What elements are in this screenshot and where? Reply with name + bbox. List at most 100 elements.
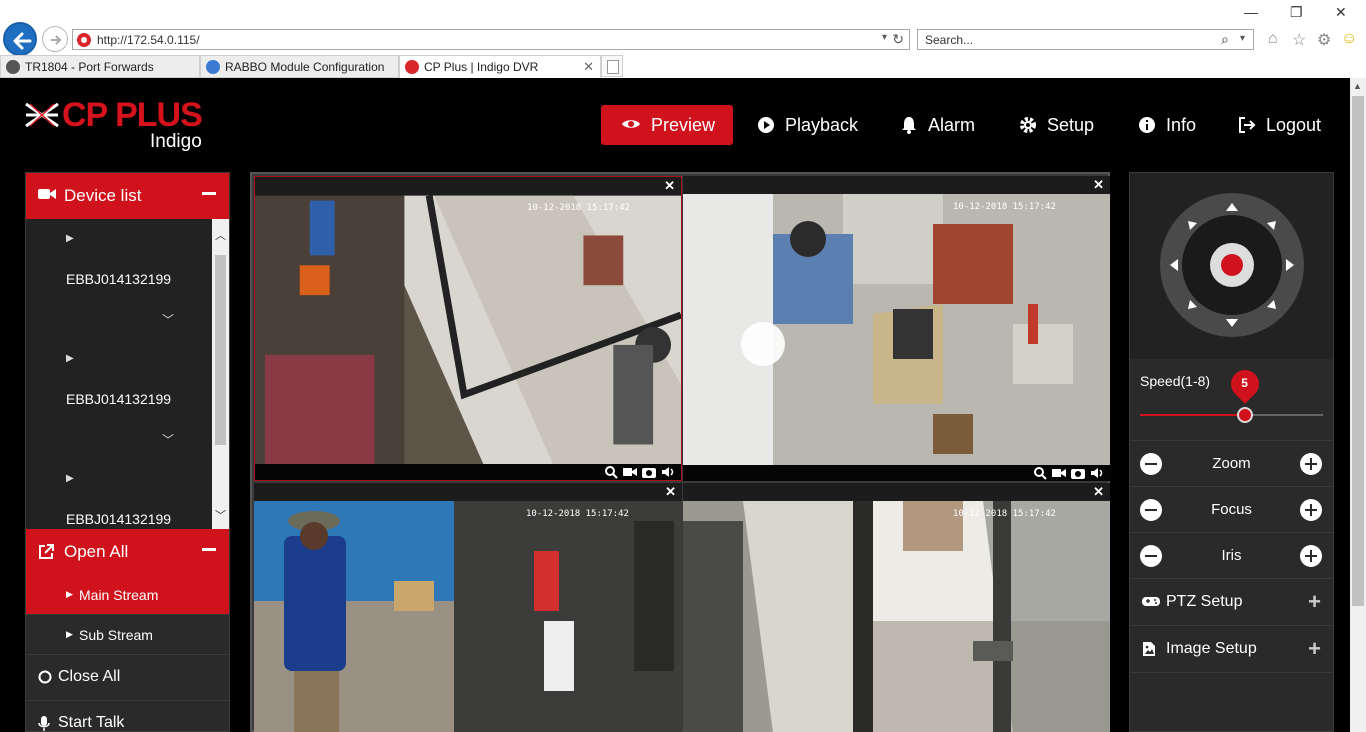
- nav-info[interactable]: Info: [1138, 105, 1196, 145]
- nav-setup[interactable]: Setup: [1019, 105, 1094, 145]
- sub-stream-option[interactable]: ▶ Sub Stream: [26, 615, 229, 655]
- snapshot-icon[interactable]: [1071, 466, 1085, 480]
- ptz-right-icon: [1286, 259, 1294, 271]
- scroll-up-icon[interactable]: ▲: [1353, 81, 1362, 91]
- camera-timestamp: 10-12-2018 15:17:42: [953, 202, 1056, 212]
- image-setup-section[interactable]: Image Setup +: [1130, 626, 1333, 673]
- record-icon[interactable]: [623, 465, 637, 479]
- speed-slider-handle[interactable]: [1236, 407, 1253, 423]
- browser-search-input[interactable]: Search... ⌕ ▾: [917, 29, 1254, 50]
- ptz-setup-section[interactable]: PTZ Setup +: [1130, 579, 1333, 626]
- restore-icon[interactable]: ❐: [1290, 4, 1303, 21]
- search-icon[interactable]: ⌕: [1221, 31, 1229, 48]
- open-all-button[interactable]: Open All: [26, 529, 229, 575]
- tab-close-icon[interactable]: ✕: [583, 59, 594, 75]
- address-bar[interactable]: http://172.54.0.115/ ▾ ↻: [72, 29, 910, 50]
- address-dropdown-icon[interactable]: ▾: [882, 32, 887, 43]
- device-channels-toggle[interactable]: ﹀: [26, 419, 212, 459]
- page-scrollbar[interactable]: ▲: [1350, 78, 1366, 732]
- audio-icon[interactable]: [661, 465, 675, 479]
- refresh-icon[interactable]: ↻: [892, 31, 904, 48]
- iris-minus-button[interactable]: [1140, 545, 1162, 567]
- caret-right-icon[interactable]: ▶: [66, 473, 74, 484]
- image-file-icon: [1143, 642, 1155, 656]
- zoom-plus-button[interactable]: [1300, 453, 1322, 475]
- main-stream-label: Main Stream: [79, 587, 159, 603]
- nav-playback[interactable]: Playback: [757, 105, 858, 145]
- new-tab-button[interactable]: [601, 55, 623, 77]
- camera-feed-image: [683, 194, 1110, 465]
- device-id: EBBJ014132199: [66, 511, 172, 527]
- collapse-minus-icon[interactable]: [202, 192, 216, 195]
- close-icon[interactable]: ✕: [665, 484, 676, 500]
- close-all-button[interactable]: Close All: [26, 655, 229, 701]
- collapse-minus-icon[interactable]: [202, 548, 216, 551]
- video-grid: ✕ 10-12-2018 15:17:42 ✕ 10-12-2018 15:17…: [250, 172, 1110, 732]
- device-item[interactable]: EBBJ014132199: [26, 379, 212, 419]
- favorites-star-icon[interactable]: ☆: [1292, 30, 1306, 50]
- tab-label: TR1804 - Port Forwards: [25, 60, 154, 74]
- home-icon[interactable]: ⌂: [1268, 30, 1278, 48]
- settings-gear-icon[interactable]: ⚙: [1317, 30, 1331, 50]
- start-talk-button[interactable]: Start Talk: [26, 701, 229, 731]
- minimize-icon[interactable]: —: [1244, 4, 1258, 20]
- iris-plus-button[interactable]: [1300, 545, 1322, 567]
- zoom-icon[interactable]: [1033, 466, 1047, 480]
- speed-control: Speed(1-8) 5: [1130, 359, 1333, 441]
- scroll-down-icon[interactable]: ﹀: [215, 507, 226, 523]
- zoom-icon[interactable]: [604, 465, 618, 479]
- camera-tile-2[interactable]: ✕ 10-12-2018 15:17:42: [683, 176, 1110, 481]
- back-button[interactable]: [3, 22, 37, 56]
- tab-rabbo-config[interactable]: RABBO Module Configuration: [200, 55, 399, 78]
- smiley-feedback-icon[interactable]: ☺: [1341, 30, 1357, 48]
- close-icon[interactable]: ✕: [1093, 177, 1104, 193]
- ptz-panel: Speed(1-8) 5 Zoom Focus Iris PTZ Setup +…: [1129, 172, 1334, 732]
- ptz-down-left-icon: [1188, 300, 1197, 309]
- device-item[interactable]: EBBJ014132199: [26, 259, 212, 299]
- chevron-down-icon[interactable]: ﹀: [162, 431, 174, 448]
- device-id: EBBJ014132199: [66, 271, 172, 287]
- device-list-scrollbar[interactable]: ︿ ﹀: [212, 219, 229, 529]
- caret-right-icon[interactable]: ▶: [66, 233, 74, 244]
- camera-tile-3[interactable]: ✕ 10-12-2018 15:17:42: [254, 483, 682, 732]
- nav-alarm[interactable]: Alarm: [900, 105, 975, 145]
- close-icon[interactable]: ✕: [1093, 484, 1104, 500]
- caret-right-icon[interactable]: ▶: [66, 353, 74, 364]
- focus-plus-button[interactable]: [1300, 499, 1322, 521]
- close-window-icon[interactable]: ✕: [1335, 4, 1347, 21]
- speed-slider[interactable]: 5: [1140, 364, 1323, 423]
- forward-button[interactable]: [42, 26, 68, 52]
- main-stream-option[interactable]: ▶ Main Stream: [26, 575, 229, 615]
- audio-icon[interactable]: [1090, 466, 1104, 480]
- page-scrollbar-thumb[interactable]: [1352, 96, 1364, 606]
- logout-icon: [1239, 117, 1256, 133]
- device-expander[interactable]: ▶: [26, 219, 212, 259]
- scroll-up-icon[interactable]: ︿: [215, 227, 226, 243]
- camera-tile-1[interactable]: ✕ 10-12-2018 15:17:42: [254, 176, 682, 481]
- zoom-minus-button[interactable]: [1140, 453, 1162, 475]
- expand-plus-icon[interactable]: +: [1308, 589, 1321, 615]
- chevron-down-icon[interactable]: ﹀: [162, 311, 174, 328]
- nav-preview[interactable]: Preview: [601, 105, 733, 145]
- ptz-up-icon: [1226, 203, 1238, 211]
- camera-tile-4[interactable]: ✕ 10-12-2018 15:17:42: [683, 483, 1110, 732]
- device-list-scroll-thumb[interactable]: [215, 255, 226, 445]
- nav-logout[interactable]: Logout: [1238, 105, 1321, 145]
- record-icon[interactable]: [1052, 466, 1066, 480]
- tab-port-forwards[interactable]: TR1804 - Port Forwards: [0, 55, 200, 78]
- ptz-center-button[interactable]: [1210, 243, 1254, 287]
- device-expander[interactable]: ▶: [26, 459, 212, 499]
- nav-alarm-label: Alarm: [928, 115, 976, 135]
- focus-minus-button[interactable]: [1140, 499, 1162, 521]
- device-list-header[interactable]: Device list: [26, 173, 229, 219]
- ptz-ring[interactable]: [1160, 193, 1304, 337]
- tab-cpplus-dvr[interactable]: CP Plus | Indigo DVR ✕: [399, 55, 601, 78]
- snapshot-icon[interactable]: [642, 465, 656, 479]
- device-expander[interactable]: ▶: [26, 339, 212, 379]
- info-icon: [1139, 117, 1155, 133]
- expand-plus-icon[interactable]: +: [1308, 636, 1321, 662]
- brand-product: Indigo: [150, 131, 202, 152]
- close-icon[interactable]: ✕: [664, 178, 675, 194]
- device-channels-toggle[interactable]: ﹀: [26, 299, 212, 339]
- search-dropdown-icon[interactable]: ▾: [1240, 33, 1245, 44]
